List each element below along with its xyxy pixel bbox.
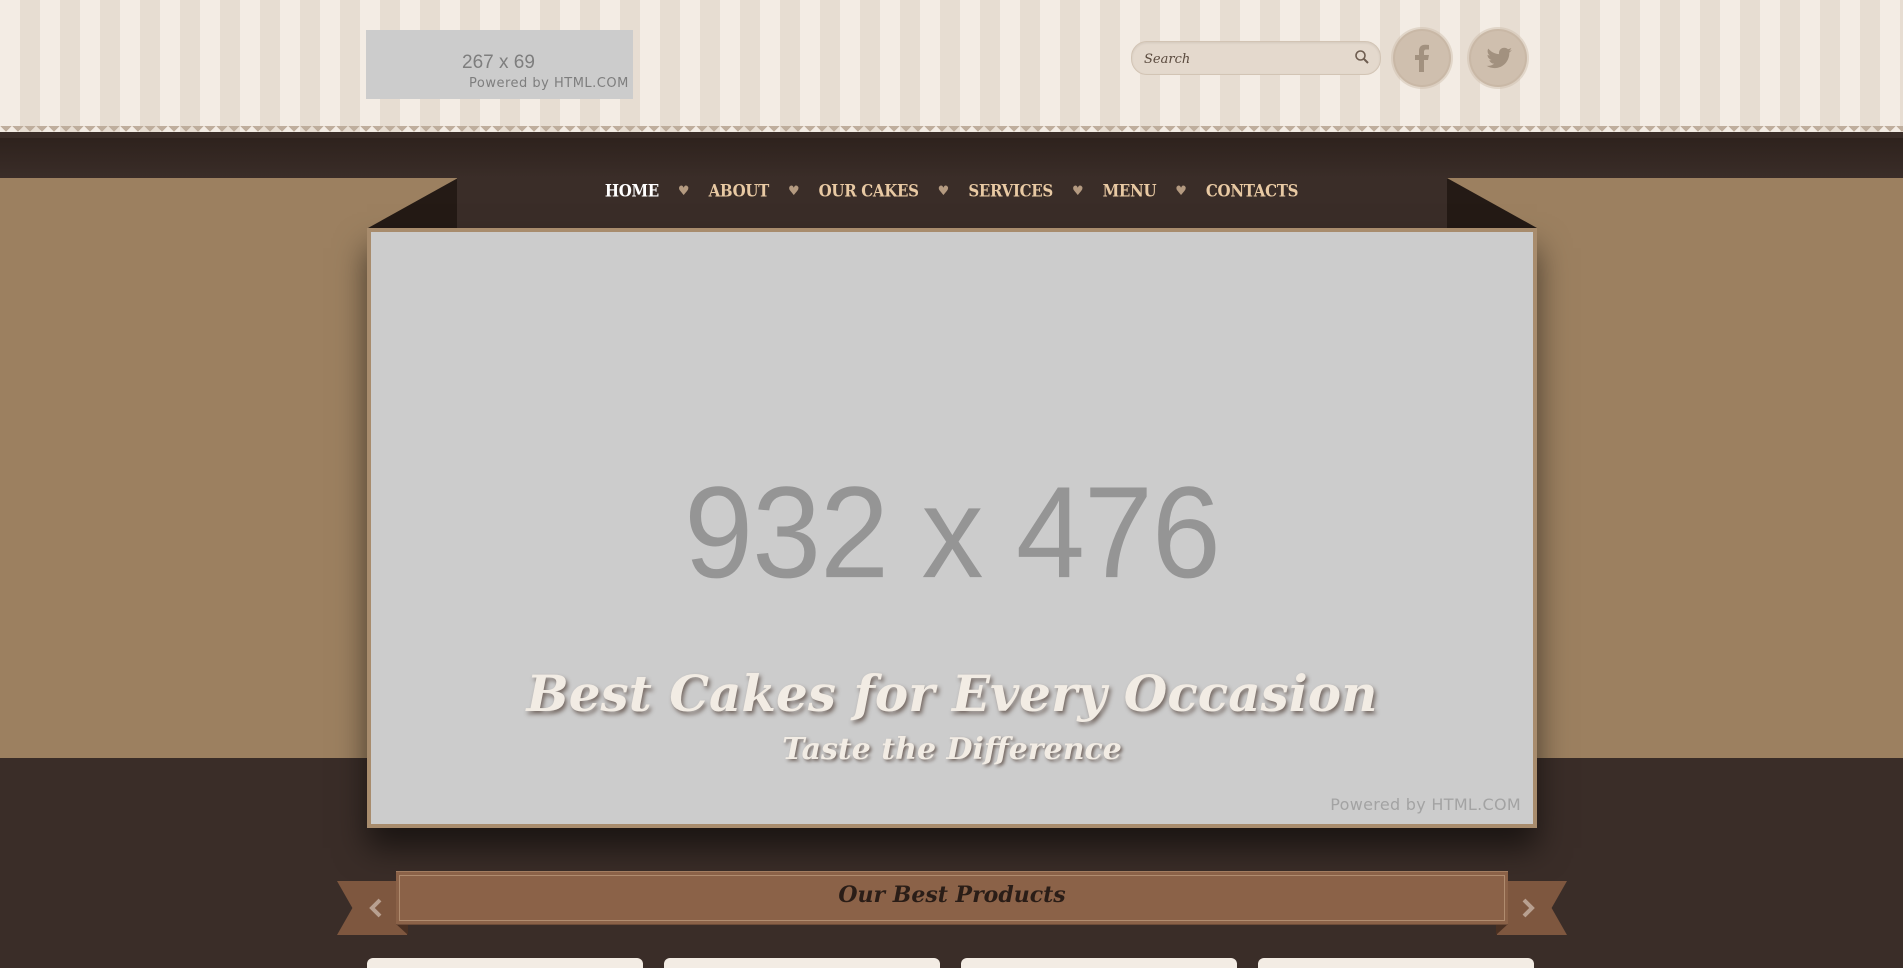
slide-title: Best Cakes for Every Occasion xyxy=(526,664,1378,723)
nav-about[interactable]: ABOUT xyxy=(709,181,770,201)
nav-separator-heart-icon: ♥ xyxy=(677,183,690,199)
search-icon[interactable] xyxy=(1354,49,1370,65)
slide-subtitle: Taste the Difference xyxy=(782,732,1122,767)
slider-dims-label: 932 x 476 xyxy=(684,460,1221,606)
products-next-arrow-icon[interactable] xyxy=(1518,897,1538,919)
product-card[interactable] xyxy=(1258,958,1534,968)
search-input[interactable] xyxy=(1142,48,1346,70)
nav-band xyxy=(0,138,1903,178)
facebook-icon xyxy=(1415,44,1429,72)
product-card[interactable] xyxy=(664,958,940,968)
site-logo[interactable]: 267 x 69 Powered by HTML.COM xyxy=(366,30,633,99)
facebook-button[interactable] xyxy=(1395,31,1449,85)
nav-separator-heart-icon: ♥ xyxy=(787,183,800,199)
products-ribbon-right-fold xyxy=(1496,924,1508,935)
products-heading: Our Best Products xyxy=(838,882,1066,908)
nav-contacts[interactable]: CONTACTS xyxy=(1206,181,1299,201)
main-nav: HOME ♥ ABOUT ♥ OUR CAKES ♥ SERVICES ♥ ME… xyxy=(0,178,1903,204)
nav-home[interactable]: HOME xyxy=(605,181,659,201)
nav-our-cakes[interactable]: OUR CAKES xyxy=(819,181,919,201)
hero-slider[interactable]: 932 x 476 Best Cakes for Every Occasion … xyxy=(371,232,1533,824)
slider-powered-label: Powered by HTML.COM xyxy=(1330,795,1521,814)
product-card[interactable] xyxy=(367,958,643,968)
nav-services[interactable]: SERVICES xyxy=(968,181,1053,201)
nav-separator-heart-icon: ♥ xyxy=(937,183,950,199)
products-prev-arrow-icon[interactable] xyxy=(366,897,386,919)
twitter-icon xyxy=(1486,47,1512,69)
twitter-button[interactable] xyxy=(1471,31,1525,85)
nav-separator-heart-icon: ♥ xyxy=(1175,183,1187,199)
nav-menu[interactable]: MENU xyxy=(1103,181,1157,201)
products-ribbon-left-fold xyxy=(396,924,408,935)
nav-separator-heart-icon: ♥ xyxy=(1071,183,1084,199)
header-zigzag-border xyxy=(0,126,1903,138)
logo-powered-label: Powered by HTML.COM xyxy=(469,76,629,91)
logo-dims-label: 267 x 69 xyxy=(462,52,535,73)
header-striped-background xyxy=(0,0,1903,132)
product-card[interactable] xyxy=(961,958,1237,968)
search-box xyxy=(1131,41,1381,75)
